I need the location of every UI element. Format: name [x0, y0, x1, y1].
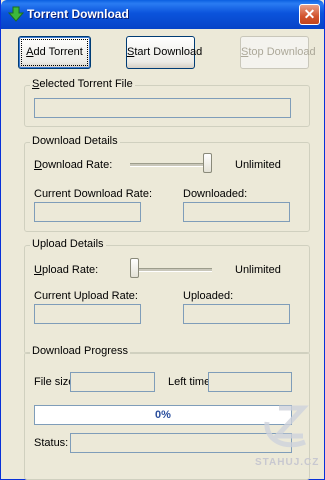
uploaded-field — [183, 304, 290, 324]
stop-download-button[interactable]: Stop Download — [240, 36, 316, 69]
downloaded-field — [183, 202, 290, 222]
uploaded-label: Uploaded: — [183, 290, 234, 302]
selected-torrent-field[interactable] — [34, 98, 291, 118]
download-arrow-icon — [8, 6, 24, 22]
upload-rate-slider-track[interactable] — [130, 268, 212, 272]
file-size-field — [70, 372, 155, 392]
download-progress-bar: 0% — [34, 405, 292, 425]
title-bar[interactable]: Torrent Download ✕ — [1, 0, 324, 29]
close-button[interactable]: ✕ — [299, 4, 320, 25]
upload-details-group: Upload Details Upload Rate: Unlimited Cu… — [24, 238, 310, 354]
upload-rate-mnemonic: U — [34, 264, 42, 276]
upload-rate-value: Unlimited — [235, 264, 281, 276]
start-download-label: tart Download — [134, 46, 203, 58]
window-title: Torrent Download — [27, 7, 129, 21]
status-label: Status: — [34, 437, 69, 449]
download-rate-mnemonic: D — [34, 159, 42, 171]
upload-details-legend: Upload Details — [30, 238, 106, 250]
selected-torrent-legend-text: elected Torrent File — [39, 78, 133, 90]
download-details-group: Download Details Download Rate: Unlimite… — [24, 135, 310, 232]
current-upload-rate-field — [34, 304, 141, 324]
add-torrent-label: dd Torrent — [33, 46, 83, 58]
add-torrent-mnemonic: A — [26, 46, 34, 58]
download-details-legend: Download Details — [30, 135, 120, 147]
current-download-rate-field — [34, 202, 141, 222]
upload-rate-slider-thumb[interactable] — [130, 258, 139, 278]
stahuj-watermark-icon — [264, 405, 309, 448]
current-download-rate-label: Current Download Rate: — [34, 188, 153, 200]
selected-torrent-group: Selected Torrent File — [24, 78, 310, 127]
download-progress-legend: Download Progress — [30, 345, 130, 357]
downloaded-label: Downloaded: — [183, 188, 248, 200]
upload-rate-label: Upload Rate: — [34, 264, 98, 276]
current-upload-rate-label: Current Upload Rate: — [34, 290, 138, 302]
progress-percent-text: 0% — [155, 409, 171, 421]
add-torrent-button[interactable]: Add Torrent — [18, 36, 91, 69]
left-time-label: Left time: — [168, 376, 214, 388]
download-rate-slider-thumb[interactable] — [203, 153, 212, 173]
upload-rate-label-text: pload Rate: — [41, 264, 99, 276]
download-rate-slider-track[interactable] — [130, 163, 212, 167]
selected-torrent-legend: Selected Torrent File — [30, 78, 135, 90]
left-time-field — [208, 372, 292, 392]
start-download-button[interactable]: Start Download — [126, 36, 202, 69]
watermark-text: STAHUJ.CZ — [255, 457, 320, 468]
torrent-download-window: Torrent Download ✕ Add Torrent Start Dow… — [0, 0, 325, 480]
download-rate-label: Download Rate: — [34, 159, 112, 171]
stop-download-label: top Download — [248, 46, 316, 58]
download-rate-value: Unlimited — [235, 159, 281, 171]
download-rate-label-text: ownload Rate: — [41, 159, 113, 171]
